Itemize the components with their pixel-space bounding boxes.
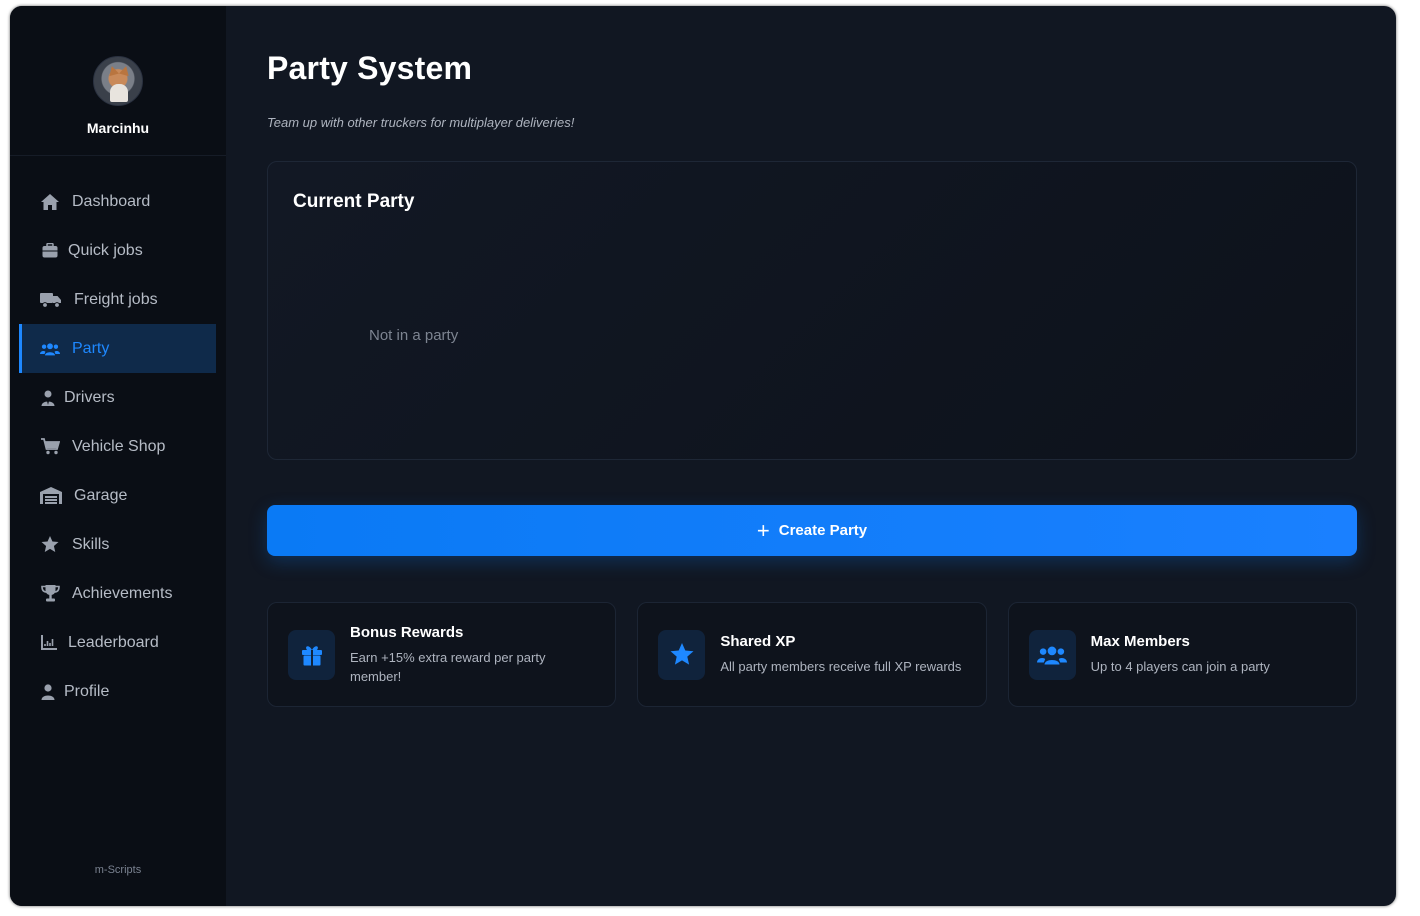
sidebar-item-label: Vehicle Shop xyxy=(72,437,166,455)
trophy-icon xyxy=(40,584,60,604)
sidebar-item-party[interactable]: Party xyxy=(19,324,216,373)
gift-icon xyxy=(288,629,335,680)
sidebar-item-label: Drivers xyxy=(64,388,115,406)
star-icon xyxy=(40,535,60,555)
sidebar-item-dashboard[interactable]: Dashboard xyxy=(19,177,216,226)
sidebar-item-label: Dashboard xyxy=(72,192,151,210)
page-subtitle: Team up with other truckers for multipla… xyxy=(267,115,575,130)
user-tie-icon xyxy=(40,388,56,408)
feature-description: All party members receive full XP reward… xyxy=(720,659,962,674)
feature-description: Earn +15% extra reward per party member! xyxy=(350,649,546,684)
create-party-button[interactable]: + Create Party xyxy=(267,505,1357,556)
users-icon xyxy=(40,339,60,359)
feature-card-shared-xp: Shared XP All party members receive full… xyxy=(637,602,987,707)
feature-card-bonus-rewards: Bonus Rewards Earn +15% extra reward per… xyxy=(267,602,617,707)
feature-title: Bonus Rewards xyxy=(350,623,464,641)
feature-cards: Bonus Rewards Earn +15% extra reward per… xyxy=(267,602,1357,707)
sidebar-item-label: Party xyxy=(72,339,110,357)
sidebar-item-quick-jobs[interactable]: Quick jobs xyxy=(19,226,216,275)
sidebar-item-skills[interactable]: Skills xyxy=(19,520,216,569)
current-party-panel: Current Party Not in a party xyxy=(267,161,1357,460)
sidebar-item-freight-jobs[interactable]: Freight jobs xyxy=(19,275,216,324)
warehouse-icon xyxy=(40,486,62,506)
feature-card-max-members: Max Members Up to 4 players can join a p… xyxy=(1007,602,1357,707)
sidebar-item-label: Garage xyxy=(74,486,128,504)
feature-description: Up to 4 players can join a party xyxy=(1090,659,1270,674)
sidebar-item-garage[interactable]: Garage xyxy=(19,471,216,520)
current-party-title: Current Party xyxy=(293,191,415,212)
sidebar-item-label: Achievements xyxy=(72,584,173,602)
create-party-label: Create Party xyxy=(778,522,868,539)
sidebar-item-drivers[interactable]: Drivers xyxy=(19,373,216,422)
sidebar-item-label: Freight jobs xyxy=(74,290,158,308)
party-empty-state: Not in a party xyxy=(369,327,459,344)
feature-title: Max Members xyxy=(1090,633,1190,650)
sidebar-item-vehicle-shop[interactable]: Vehicle Shop xyxy=(19,422,216,471)
chart-line-icon xyxy=(40,633,58,653)
profile-block: Marcinhu xyxy=(10,6,226,156)
sidebar-item-label: Quick jobs xyxy=(68,241,143,259)
user-icon xyxy=(40,682,56,702)
home-icon xyxy=(40,192,60,212)
sidebar-item-label: Skills xyxy=(72,535,110,553)
star-icon xyxy=(658,629,706,680)
username: Marcinhu xyxy=(86,120,150,136)
users-icon xyxy=(1028,629,1076,680)
sidebar-item-label: Leaderboard xyxy=(68,633,159,651)
sidebar-item-profile[interactable]: Profile xyxy=(19,667,216,716)
avatar[interactable] xyxy=(93,56,143,106)
page-title: Party System xyxy=(267,50,473,86)
sidebar-nav: Dashboard Quick jobs Freight jobs Party xyxy=(10,156,226,716)
app-window: Marcinhu Dashboard Quick jobs Freight jo… xyxy=(10,6,1396,906)
truck-icon xyxy=(40,290,62,310)
feature-title: Shared XP xyxy=(720,633,796,650)
cart-icon xyxy=(40,437,60,457)
briefcase-icon xyxy=(40,241,60,261)
sidebar: Marcinhu Dashboard Quick jobs Freight jo… xyxy=(10,6,226,906)
sidebar-item-achievements[interactable]: Achievements xyxy=(19,569,216,618)
sidebar-item-label: Profile xyxy=(64,682,110,700)
main-content: Party System Team up with other truckers… xyxy=(226,6,1396,906)
plus-icon: + xyxy=(756,517,770,543)
sidebar-item-leaderboard[interactable]: Leaderboard xyxy=(19,618,216,667)
brand-footer: m-Scripts xyxy=(94,864,142,876)
